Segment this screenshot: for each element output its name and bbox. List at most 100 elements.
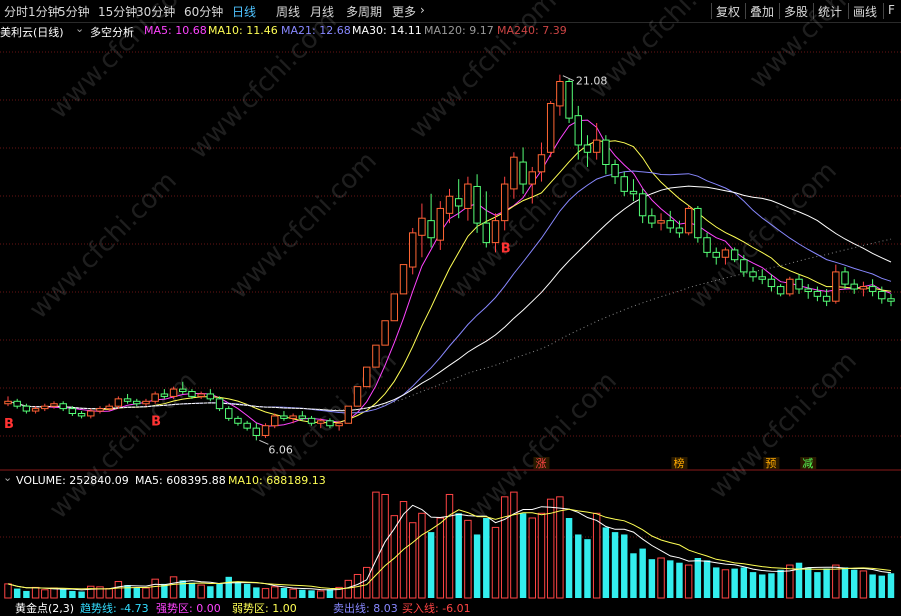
candle (252, 423, 261, 441)
candle (546, 101, 555, 158)
candle (96, 406, 104, 414)
candle (464, 176, 472, 221)
volume-bar (859, 570, 868, 599)
candle (749, 267, 757, 282)
candle (694, 206, 702, 243)
stock-name-label: 美利云(日线) (0, 26, 64, 39)
volume-bar (575, 534, 582, 598)
volume-bar (23, 590, 30, 598)
volume-bar (528, 517, 537, 599)
candle (648, 208, 656, 228)
candle (353, 386, 362, 407)
candle (703, 232, 711, 258)
volume-menu-icon[interactable]: ⌄ (3, 471, 12, 484)
volume-bar (713, 567, 720, 598)
low-annotation: 6.06 (259, 439, 293, 456)
candle (519, 147, 527, 194)
volume-bar (832, 564, 840, 599)
event-marker-2[interactable]: 预 (763, 457, 780, 470)
volume-bar (50, 587, 58, 599)
volume-bar (271, 586, 279, 599)
indicator-name-label: 多空分析 (90, 26, 134, 39)
candle (473, 174, 481, 233)
candle (445, 188, 454, 224)
volume-bar (584, 539, 591, 598)
volume-bar (308, 590, 315, 598)
candle (859, 281, 868, 297)
candle (206, 389, 215, 402)
volume-bar (78, 591, 85, 598)
volume-bar (344, 579, 353, 599)
candle (730, 247, 739, 263)
volume-bar (740, 567, 748, 598)
volume-bar (225, 576, 232, 598)
candle (427, 193, 435, 248)
ma-legend-2: MA21: 12.68 (281, 24, 351, 37)
volume-bar (500, 496, 509, 599)
ma-legend-1: MA10: 11.46 (208, 24, 278, 37)
volume-bar (234, 581, 242, 598)
volume-bar (630, 553, 637, 598)
low-price-label: 6.06 (268, 443, 293, 456)
candle (565, 79, 573, 123)
candle (77, 411, 86, 419)
indicator-menu-icon[interactable]: ⌄ (75, 22, 84, 35)
volume-bar (169, 576, 178, 599)
volume-bar (280, 588, 288, 598)
volume-bar (13, 588, 21, 598)
candle (758, 269, 766, 285)
candle (123, 393, 132, 404)
event-marker-3[interactable]: 减 (800, 457, 817, 470)
candle (602, 135, 610, 175)
candle (510, 152, 518, 199)
candle (776, 284, 785, 297)
volume-bar (4, 583, 12, 599)
volume-bar (676, 562, 683, 598)
volume-bar (207, 586, 214, 598)
volume-bar (142, 587, 150, 599)
volume-bar (777, 569, 784, 598)
candle (786, 276, 794, 297)
candle (408, 227, 417, 275)
candle (197, 391, 205, 399)
candle (133, 398, 141, 407)
volume-bar (436, 517, 445, 599)
svg-text:榜: 榜 (673, 456, 684, 470)
volume-bar (795, 562, 803, 598)
watermark-text-5: www.cfchi.com (24, 166, 183, 325)
event-marker-1[interactable]: 榜 (671, 456, 688, 470)
ma-line-120 (7, 238, 892, 411)
volume-bar (179, 580, 186, 598)
volume-bar (299, 589, 306, 598)
volume-bar (721, 569, 730, 599)
volume-bar (510, 491, 518, 599)
volume-bar (243, 583, 251, 598)
candle (261, 423, 270, 438)
volume-bar (814, 572, 821, 598)
candle (611, 159, 619, 185)
volume-bar (731, 568, 738, 598)
volume-bar (69, 590, 76, 598)
event-marker-0[interactable]: 涨 (533, 457, 550, 470)
volume-bars (4, 491, 895, 599)
volume-bar (611, 532, 619, 598)
svg-text:减: 减 (802, 457, 813, 470)
candle (280, 411, 288, 421)
volume-bar (473, 534, 481, 598)
volume-bar (317, 590, 325, 599)
candle (381, 320, 389, 346)
ma-legend-5: MA240: 7.39 (497, 24, 567, 37)
volume-bar (823, 568, 830, 598)
candle (418, 203, 426, 258)
ma-legend-0: MA5: 10.68 (144, 24, 207, 37)
kline-chart[interactable]: www.cfchi.comwww.cfchi.com www.cfchi.com w… (0, 0, 901, 614)
volume-bar (684, 564, 693, 599)
watermark: www.cfchi.comwww.cfchi.com www.cfchi.com w… (24, 0, 901, 525)
buy-signal-0: B (4, 417, 14, 432)
volume-bar (289, 588, 297, 599)
volume-ma5-label: MA5: 608395.88 (135, 474, 226, 487)
candle (372, 344, 380, 368)
volume-bar (491, 526, 500, 599)
volume-bar (197, 584, 205, 599)
candle (41, 403, 49, 412)
